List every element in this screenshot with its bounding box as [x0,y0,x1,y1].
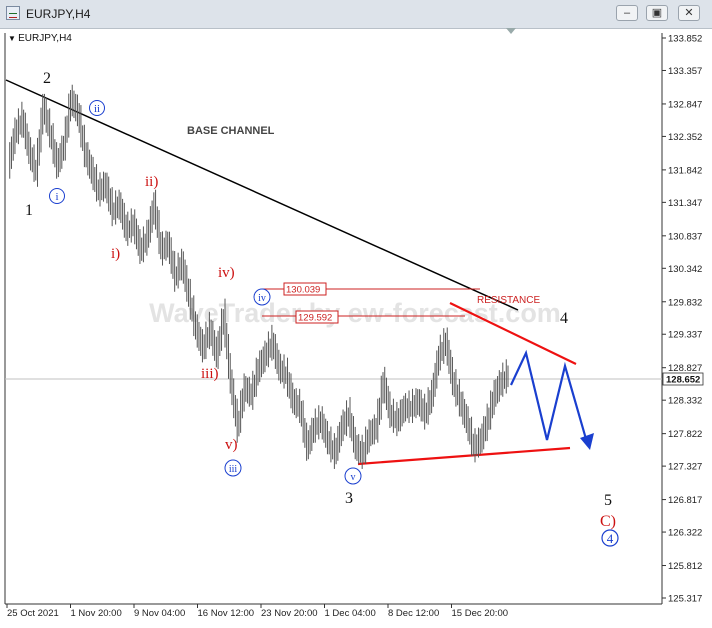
price-tick-label: 127.327 [668,462,702,473]
price-tick-label: 126.322 [668,528,702,539]
wave-label-circled-iv: iv [258,293,266,304]
price-tick-label: 132.352 [668,132,702,143]
wave-label-i-paren: i) [111,246,120,262]
wave-label-circled-iii: iii [229,464,238,475]
shift-marker-icon[interactable] [506,28,516,34]
wave-label-circled-4: 4 [607,531,614,546]
wave-label-1: 1 [25,202,33,219]
time-tick-label: 8 Dec 12:00 [388,608,439,619]
level-label-high: 130.039 [286,285,320,296]
price-tick-label: 133.852 [668,34,702,45]
resistance-label: RESISTANCE [477,295,540,306]
restore-icon: ▣ [651,7,663,19]
wave-label-circled-v: v [351,472,356,483]
wave-label-3: 3 [345,490,353,507]
support-line [357,446,571,466]
price-tick-label: 130.342 [668,264,702,275]
wave-label-5: 5 [604,492,612,509]
price-tick-label: 125.812 [668,561,702,572]
minimize-icon: – [623,7,631,19]
close-icon: ✕ [684,7,694,19]
price-tick-label: 132.847 [668,99,702,110]
price-tick-label: 133.357 [668,66,702,77]
time-tick-label: 15 Dec 20:00 [452,608,509,619]
time-tick-label: 16 Nov 12:00 [198,608,255,619]
time-tick-label: 9 Nov 04:00 [134,608,185,619]
window-title: EURJPY,H4 [26,7,91,21]
price-tick-label: 129.337 [668,330,702,341]
wave-label-circled-ii: ii [94,103,100,115]
wave-label-c-paren: C) [600,513,616,530]
price-chart[interactable]: WaveTrader by ew-forecast.com BASE CHANN… [0,28,712,628]
current-price-label: 128.652 [666,375,700,386]
window-titlebar: EURJPY,H4 – ▣ ✕ [0,0,712,29]
price-bars [9,84,509,469]
time-tick-label: 23 Nov 20:00 [261,608,318,619]
price-tick-label: 126.817 [668,495,702,506]
wave-label-iii-paren: iii) [201,366,219,382]
minimize-button[interactable]: – [616,5,638,21]
wave-label-4: 4 [560,310,568,327]
price-tick-label: 131.842 [668,165,702,176]
wave-label-v-paren: v) [225,437,238,453]
time-tick-label: 25 Oct 2021 [7,608,59,619]
time-tick-label: 1 Dec 04:00 [325,608,376,619]
price-tick-label: 127.822 [668,429,702,440]
base-channel-label: BASE CHANNEL [187,125,275,137]
price-tick-label: 129.832 [668,297,702,308]
level-label-low: 129.592 [298,313,332,324]
close-button[interactable]: ✕ [678,5,700,21]
time-axis: 25 Oct 2021 1 Nov 20:00 9 Nov 04:00 16 Nov … [6,604,509,619]
wave-label-ii-paren: ii) [145,174,158,190]
base-channel-line [5,79,519,311]
price-tick-label: 128.827 [668,363,702,374]
projection-path [510,349,590,447]
time-tick-label: 1 Nov 20:00 [71,608,122,619]
price-tick-label: 128.332 [668,396,702,407]
chart-window-icon [6,6,20,20]
wave-label-circled-i: i [55,191,58,203]
price-tick-label: 131.347 [668,198,702,209]
restore-button[interactable]: ▣ [646,5,668,21]
price-axis: 133.852 133.357 132.847 132.352 131.842 131.3… [662,34,702,605]
wave-label-iv-paren: iv) [218,265,235,281]
wave-label-2: 2 [43,70,51,87]
price-tick-label: 125.317 [668,594,702,605]
price-tick-label: 130.837 [668,231,702,242]
projection-arrow-icon [580,433,594,450]
